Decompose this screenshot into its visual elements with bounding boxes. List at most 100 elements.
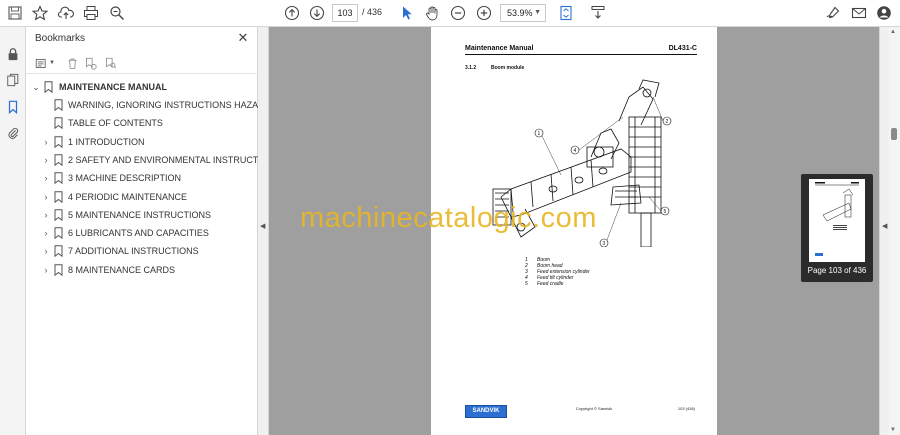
chevron-down-icon: ▼ (534, 9, 541, 16)
bookmark-icon (44, 81, 53, 93)
page-total: / 436 (362, 7, 383, 17)
bookmark-item-introduction[interactable]: › 1 INTRODUCTION (26, 134, 258, 152)
arrow-up-icon[interactable] (282, 4, 302, 22)
chevron-right-icon[interactable]: › (41, 155, 51, 165)
footer-copyright: Copyright © Sandvik (575, 406, 613, 411)
top-toolbar: 103 / 436 53.9% ▼ (0, 0, 900, 27)
chevron-right-icon[interactable]: › (41, 246, 51, 256)
bookmark-icon (54, 191, 63, 203)
bookmark-icon (54, 117, 63, 129)
bookmark-item-warning[interactable]: WARNING, IGNORING INSTRUCTIONS HAZARD (26, 97, 271, 115)
page-header-left: Maintenance Manual (465, 45, 534, 52)
hand-icon[interactable] (422, 4, 442, 22)
chevron-left-icon: ◀ (260, 223, 266, 230)
zoom-level-select[interactable]: 53.9% ▼ (500, 4, 546, 22)
chevron-right-icon[interactable]: › (41, 228, 51, 238)
bookmark-item-safety[interactable]: › 2 SAFETY AND ENVIRONMENTAL INSTRUCTION… (26, 152, 280, 170)
print-icon[interactable] (81, 4, 101, 22)
chevron-left-icon: ◀ (882, 223, 888, 230)
page-thumbnails-icon[interactable] (4, 71, 22, 89)
zoom-in-icon[interactable] (474, 4, 494, 22)
lock-icon[interactable] (4, 45, 22, 63)
scroll-down-arrow-icon[interactable]: ▼ (890, 427, 896, 433)
sandvik-logo: SANDVIK (465, 405, 507, 418)
section-title: Boom module (491, 65, 525, 71)
upload-icon[interactable] (56, 4, 76, 22)
section-number: 3.1.2 (465, 65, 477, 71)
vertical-scrollbar[interactable]: ▲ ▼ (889, 27, 900, 435)
bookmark-label: TABLE OF CONTENTS (68, 118, 163, 128)
callout-2: 2 (666, 119, 669, 125)
scroll-mode-icon[interactable] (588, 4, 608, 22)
left-navigation-rail (0, 27, 26, 435)
scroll-up-arrow-icon[interactable]: ▲ (890, 29, 896, 35)
chevron-right-icon[interactable]: › (41, 265, 51, 275)
bookmark-item-maintenance-cards[interactable]: › 8 MAINTENANCE CARDS (26, 262, 258, 280)
bookmarks-panel: Bookmarks ✕ ▼ ⌄ MAINTENANCE MANUAL WARNI… (26, 27, 280, 435)
zoom-search-icon[interactable] (107, 4, 127, 22)
bookmark-item-periodic-maintenance[interactable]: › 4 PERIODIC MAINTENANCE (26, 189, 258, 207)
chevron-right-icon[interactable]: › (41, 192, 51, 202)
bookmark-star-icon[interactable] (30, 4, 50, 22)
close-icon[interactable]: ✕ (236, 31, 250, 45)
bookmark-icon (54, 264, 63, 276)
bookmark-icon (54, 136, 63, 148)
bookmark-label: 1 INTRODUCTION (68, 137, 145, 147)
zoom-out-icon[interactable] (448, 4, 468, 22)
page-thumbnail-popup: Page 103 of 436 (801, 174, 873, 282)
scrollbar-thumb[interactable] (891, 128, 897, 140)
bookmark-label: 5 MAINTENANCE INSTRUCTIONS (68, 210, 212, 220)
bookmarks-toolbar: ▼ (26, 52, 258, 74)
callout-1: 1 (538, 131, 541, 137)
collapse-panel-handle[interactable]: ◀ (258, 27, 269, 435)
chevron-down-icon[interactable]: ⌄ (31, 82, 41, 93)
account-icon[interactable] (874, 4, 894, 22)
bookmark-item-maintenance-manual[interactable]: ⌄ MAINTENANCE MANUAL (26, 79, 258, 97)
watermark-text: machinecatalogic.com (300, 202, 597, 234)
find-bookmark-icon[interactable] (102, 55, 118, 71)
bookmark-label: 6 LUBRICANTS AND CAPACITIES (68, 228, 209, 238)
chevron-right-icon[interactable]: › (41, 210, 51, 220)
chevron-right-icon[interactable]: › (41, 137, 51, 147)
bookmarks-panel-title: Bookmarks (35, 33, 86, 44)
select-cursor-icon[interactable] (397, 4, 417, 22)
bookmark-label: WARNING, IGNORING INSTRUCTIONS HAZARD (68, 100, 272, 110)
bookmark-icon (54, 227, 63, 239)
bookmark-label: 2 SAFETY AND ENVIRONMENTAL INSTRUCTIONS (68, 155, 281, 165)
bookmark-item-machine-description[interactable]: › 3 MACHINE DESCRIPTION (26, 170, 258, 188)
bookmark-label: 3 MACHINE DESCRIPTION (68, 173, 182, 183)
new-bookmark-icon[interactable] (82, 55, 98, 71)
page-header-right: DL431-C (668, 45, 697, 52)
bookmark-icon (54, 99, 63, 111)
bookmark-item-additional-instructions[interactable]: › 7 ADDITIONAL INSTRUCTIONS (26, 243, 258, 261)
delete-bookmark-icon[interactable] (64, 55, 80, 71)
bookmark-label: 7 ADDITIONAL INSTRUCTIONS (68, 246, 199, 256)
zoom-value: 53.9% (507, 8, 533, 18)
page-number-input[interactable]: 103 (332, 4, 358, 22)
arrow-down-icon[interactable] (307, 4, 327, 22)
chevron-right-icon[interactable]: › (41, 173, 51, 183)
callout-4: 4 (574, 148, 577, 154)
bookmark-label: MAINTENANCE MANUAL (59, 82, 167, 92)
attachment-icon[interactable] (4, 124, 22, 142)
bookmarks-panel-icon[interactable] (4, 98, 22, 116)
bookmark-label: 4 PERIODIC MAINTENANCE (68, 192, 188, 202)
bookmark-icon (54, 245, 63, 257)
callout-5: 5 (664, 209, 667, 215)
bookmark-item-table-of-contents[interactable]: TABLE OF CONTENTS (26, 115, 258, 133)
save-icon[interactable] (5, 4, 25, 22)
footer-page-number: 103 (436) (677, 406, 695, 411)
bookmark-icon (54, 154, 63, 166)
thumbnail-page-preview (809, 179, 865, 262)
bookmark-label: 8 MAINTENANCE CARDS (68, 265, 176, 275)
right-panel-handle[interactable]: ◀ (879, 27, 889, 435)
bookmark-icon (54, 172, 63, 184)
bookmark-item-lubricants[interactable]: › 6 LUBRICANTS AND CAPACITIES (26, 225, 258, 243)
header-rule (465, 54, 697, 55)
bookmark-options-icon[interactable]: ▼ (34, 55, 56, 71)
callout-3: 3 (603, 241, 606, 247)
mail-icon[interactable] (849, 4, 869, 22)
sign-icon[interactable] (823, 4, 843, 22)
bookmark-item-maintenance-instructions[interactable]: › 5 MAINTENANCE INSTRUCTIONS (26, 207, 258, 225)
fit-page-icon[interactable] (556, 4, 576, 22)
